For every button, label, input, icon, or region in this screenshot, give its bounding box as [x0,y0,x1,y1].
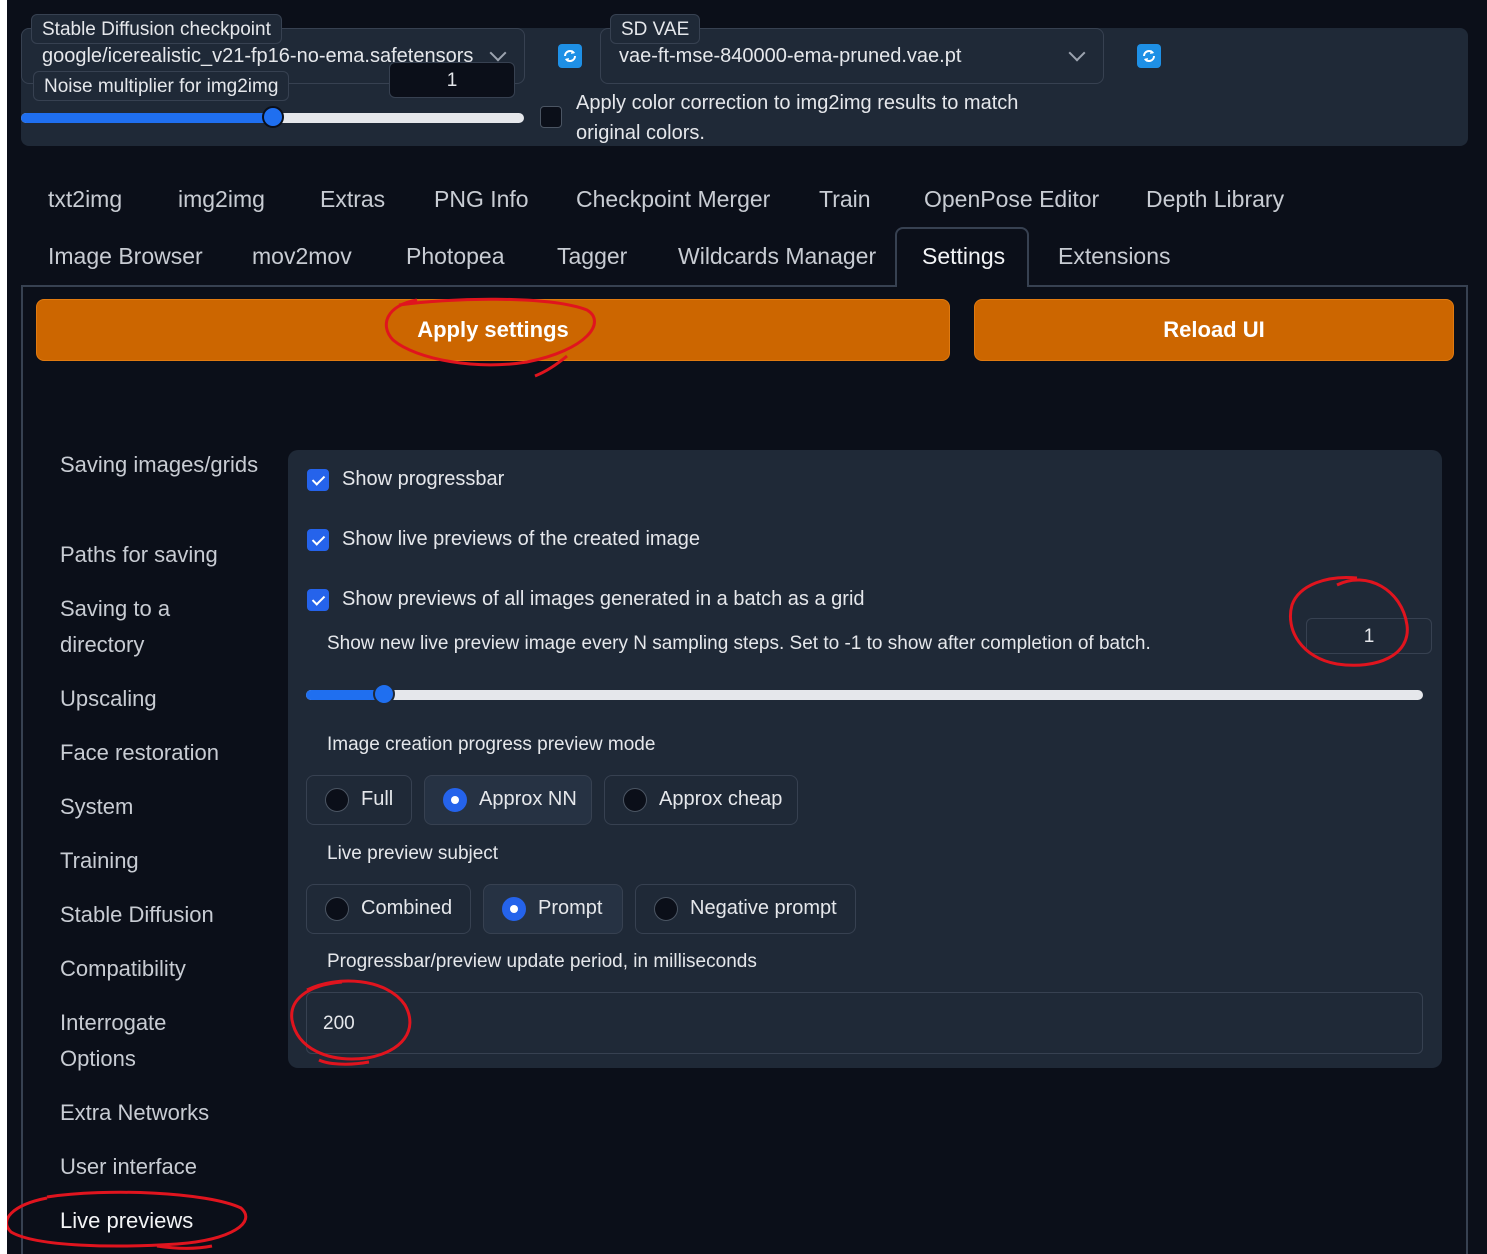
chevron-down-icon [1068,44,1086,62]
checkpoint-label: Stable Diffusion checkpoint [31,14,282,44]
refresh-vae-button[interactable] [1137,44,1161,68]
sidebar-item-upscaling[interactable]: Upscaling [60,681,280,717]
apply-settings-button[interactable]: Apply settings [36,299,950,361]
show-progressbar-checkbox[interactable] [307,469,329,491]
preview-subject-option-prompt[interactable]: Prompt [483,884,623,934]
sidebar-item-compatibility[interactable]: Compatibility [60,951,280,987]
sidebar-item-paths[interactable]: Paths for saving [60,537,280,573]
radio-label: Approx cheap [659,788,783,810]
update-period-label: Progressbar/preview update period, in mi… [327,951,757,972]
every-n-steps-slider[interactable] [306,683,1423,705]
refresh-icon [1143,50,1155,62]
tab-checkpoint-merger[interactable]: Checkpoint Merger [576,186,770,213]
noise-multiplier-label: Noise multiplier for img2img [33,71,290,101]
show-batch-grid-checkbox[interactable] [307,589,329,611]
tab-txt2img[interactable]: txt2img [48,186,122,213]
radio-button[interactable] [654,897,678,921]
color-correction-label: Apply color correction to img2img result… [576,88,1018,148]
color-correction-line1: Apply color correction to img2img result… [576,92,1019,114]
radio-button[interactable] [325,897,349,921]
tab-image-browser[interactable]: Image Browser [48,243,203,270]
radio-button[interactable] [623,788,647,812]
every-n-steps-input[interactable]: 1 [1306,618,1432,654]
sidebar-item-saving-images[interactable]: Saving images/grids [60,447,280,483]
tab-extensions[interactable]: Extensions [1058,243,1171,270]
radio-label: Approx NN [479,788,577,810]
radio-button[interactable] [502,897,526,921]
sidebar-item-training[interactable]: Training [60,843,280,879]
preview-mode-option-approx-cheap[interactable]: Approx cheap [604,775,798,825]
tab-depth-library[interactable]: Depth Library [1146,186,1284,213]
tab-openpose-editor[interactable]: OpenPose Editor [924,186,1099,213]
sidebar-item-extra-networks[interactable]: Extra Networks [60,1095,280,1131]
preview-mode-option-full[interactable]: Full [306,775,412,825]
show-live-previews-label: Show live previews of the created image [342,528,700,550]
webui-app: google/icerealistic_v21-fp16-no-ema.safe… [7,0,1487,1254]
chevron-down-icon [489,44,507,62]
show-batch-grid-label: Show previews of all images generated in… [342,588,865,610]
update-period-input[interactable]: 200 [306,992,1423,1054]
tab-mov2mov[interactable]: mov2mov [252,243,352,270]
show-progressbar-label: Show progressbar [342,468,505,490]
tab-wildcards-manager[interactable]: Wildcards Manager [678,243,876,270]
tab-extras[interactable]: Extras [320,186,385,213]
slider-thumb[interactable] [261,106,284,128]
preview-subject-option-negative[interactable]: Negative prompt [635,884,856,934]
vae-label: SD VAE [610,14,701,44]
slider-fill [21,113,273,123]
preview-mode-label: Image creation progress preview mode [327,734,656,755]
tab-png-info[interactable]: PNG Info [434,186,529,213]
radio-label: Combined [361,897,453,919]
noise-multiplier-input[interactable]: 1 [389,62,515,98]
tab-photopea[interactable]: Photopea [406,243,504,270]
refresh-checkpoint-button[interactable] [558,44,582,68]
sidebar-item-stable-diffusion[interactable]: Stable Diffusion [60,897,280,933]
reload-ui-button[interactable]: Reload UI [974,299,1454,361]
sidebar-item-system[interactable]: System [60,789,280,825]
refresh-icon [564,50,576,62]
color-correction-line2: original colors. [576,122,705,144]
preview-mode-option-approx-nn[interactable]: Approx NN [424,775,592,825]
sidebar-item-live-previews[interactable]: Live previews [60,1203,280,1239]
sidebar-item-user-interface[interactable]: User interface [60,1149,280,1185]
preview-subject-option-combined[interactable]: Combined [306,884,471,934]
tab-img2img[interactable]: img2img [178,186,265,213]
noise-multiplier-slider[interactable] [21,106,524,128]
show-live-previews-checkbox[interactable] [307,529,329,551]
radio-button[interactable] [443,788,467,812]
color-correction-checkbox[interactable] [540,106,562,128]
radio-label: Prompt [538,897,603,919]
vae-value: vae-ft-mse-840000-ema-pruned.vae.pt [619,45,962,67]
sidebar-item-saving-directory[interactable]: Saving to a directory [60,591,210,663]
preview-subject-label: Live preview subject [327,843,499,864]
tab-tagger[interactable]: Tagger [557,243,627,270]
tab-train[interactable]: Train [819,186,871,213]
radio-button[interactable] [325,788,349,812]
sidebar-item-interrogate[interactable]: Interrogate Options [60,1005,210,1077]
every-n-steps-label: Show new live preview image every N samp… [327,633,1151,654]
tab-settings[interactable]: Settings [922,243,1005,270]
sidebar-item-face-restoration[interactable]: Face restoration [60,735,280,771]
radio-label: Full [361,788,394,810]
radio-label: Negative prompt [690,897,837,919]
